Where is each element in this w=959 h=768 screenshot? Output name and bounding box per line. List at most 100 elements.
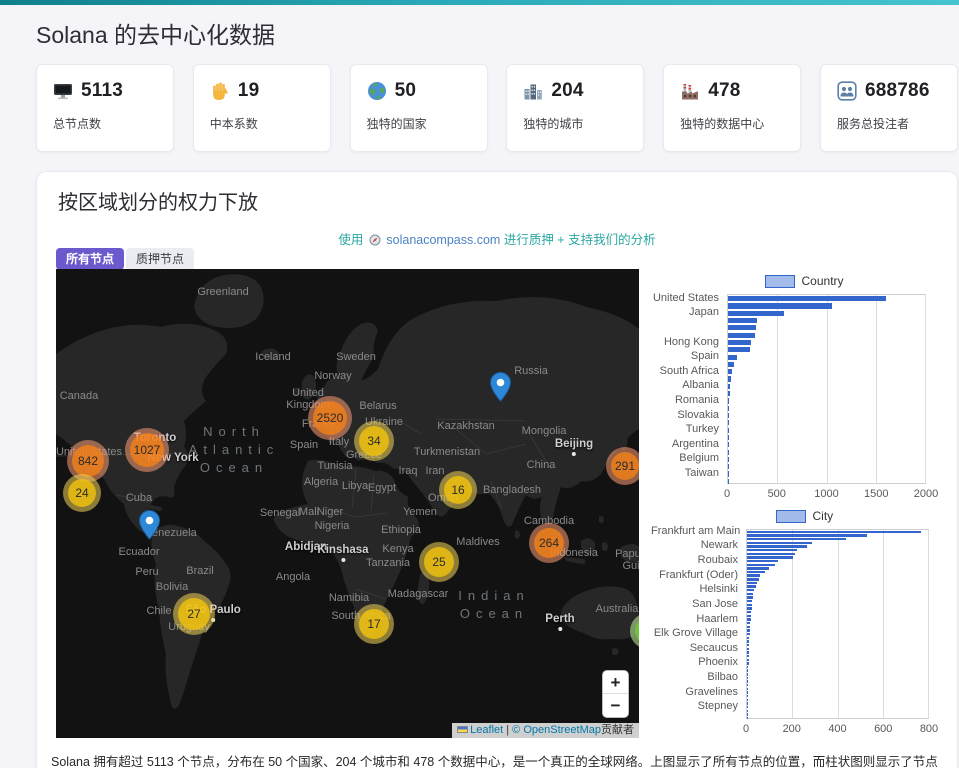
chart-axis-label: Slovakia <box>651 408 719 422</box>
chart-axis-label: Bilbao <box>651 670 738 684</box>
zoom-in-button[interactable]: + <box>603 671 628 694</box>
cluster-marker[interactable]: 264 <box>529 523 569 563</box>
chart-legend: Country <box>765 274 844 288</box>
map-pin-marker[interactable] <box>139 510 160 540</box>
cluster-count: 24 <box>75 486 88 500</box>
chart-bar <box>728 369 732 374</box>
chart-bar <box>728 376 731 381</box>
chart-bar <box>747 534 867 536</box>
chart-plot-area <box>727 294 926 484</box>
cluster-marker[interactable]: 17 <box>354 604 394 644</box>
stat-label: 独特的数据中心 <box>680 115 784 132</box>
country-bar-chart: CountryUnited StatesJapanHong KongSpainS… <box>651 269 959 501</box>
chart-bar <box>728 318 757 323</box>
section-title: 按区域划分的权力下放 <box>58 186 258 215</box>
gridline <box>925 295 926 483</box>
osm-link[interactable]: © OpenStreetMap <box>512 724 601 736</box>
chart-bar <box>747 673 748 675</box>
chart-bar <box>747 538 846 540</box>
cluster-marker[interactable]: 24 <box>63 474 101 512</box>
chart-bar <box>747 644 749 646</box>
chart-bar <box>747 600 752 602</box>
chart-bar <box>728 398 729 403</box>
chart-plot-area <box>746 529 929 719</box>
chart-bar <box>747 684 748 686</box>
cluster-marker[interactable]: 16 <box>439 471 477 509</box>
chart-tick-label: 600 <box>863 723 903 735</box>
chart-bar <box>747 633 750 635</box>
chart-bar <box>747 695 748 697</box>
compass-icon <box>369 234 381 249</box>
chart-bar <box>728 406 729 411</box>
cluster-count: 842 <box>78 454 98 468</box>
chart-bar <box>747 662 749 664</box>
chart-axis-label: Taiwan <box>651 466 719 480</box>
chart-tick-label: 500 <box>757 488 797 500</box>
chart-bar <box>747 574 760 576</box>
cluster-count: 2520 <box>317 411 344 425</box>
cluster-marker[interactable]: 2520 <box>308 396 352 440</box>
cluster-marker[interactable]: 291 <box>606 447 639 485</box>
world-map[interactable]: GreenlandIcelandNorwaySwedenCanadaUnited… <box>56 269 639 738</box>
cluster-count: 17 <box>367 617 380 631</box>
cluster-count: 16 <box>451 483 464 497</box>
cluster-marker[interactable]: 27 <box>173 593 215 635</box>
chart-axis-label: Gravelines <box>651 685 738 699</box>
gridline <box>928 530 929 718</box>
stat-label: 独特的国家 <box>367 115 471 132</box>
chart-tick-label: 800 <box>909 723 949 735</box>
cluster-marker[interactable]: 1027 <box>125 428 169 472</box>
chart-bar <box>728 355 737 360</box>
stat-label: 服务总投注者 <box>837 115 941 132</box>
solana-decentralization-page: Solana 的去中心化数据 5113总节点数19中本系数50独特的国家204独… <box>0 0 959 768</box>
chart-axis-label: Spain <box>651 349 719 363</box>
map-tabs: 所有节点质押节点 <box>56 248 194 270</box>
chart-bar <box>728 333 755 338</box>
cluster-count: 264 <box>539 536 559 550</box>
chart-bar <box>747 553 795 555</box>
chart-bar <box>728 347 750 352</box>
chart-tick-label: 400 <box>818 723 858 735</box>
solanacompass-link[interactable]: solanacompass.com <box>386 233 500 247</box>
hand-icon <box>210 81 230 101</box>
zoom-out-button[interactable]: − <box>603 694 628 717</box>
people-icon <box>837 81 857 101</box>
chart-bar <box>747 648 749 650</box>
chart-bar <box>728 420 729 425</box>
accent-top-bar <box>0 0 959 5</box>
page-title: Solana 的去中心化数据 <box>36 16 275 50</box>
chart-bar <box>747 582 757 584</box>
tab-1[interactable]: 质押节点 <box>126 248 194 270</box>
stat-value: 19 <box>238 80 260 102</box>
cluster-count: 34 <box>367 434 380 448</box>
chart-bar <box>747 640 749 642</box>
tab-0[interactable]: 所有节点 <box>56 248 124 270</box>
gridline <box>883 530 884 718</box>
cluster-count: 25 <box>432 555 445 569</box>
cluster-count: 27 <box>187 607 200 621</box>
chart-axis-label: Haarlem <box>651 612 738 626</box>
stat-label: 总节点数 <box>53 115 157 132</box>
summary-footnote: Solana 拥有超过 5113 个节点，分布在 50 个国家、204 个城市和… <box>51 754 947 768</box>
map-attribution: Leaflet | © OpenStreetMap贡献者 <box>452 723 639 738</box>
chart-bar <box>728 303 832 308</box>
chart-axis-label: Frankfurt am Main <box>651 524 738 538</box>
leaflet-link[interactable]: Leaflet <box>470 724 503 736</box>
chart-bar <box>747 564 775 566</box>
chart-bar <box>747 655 749 657</box>
chart-bar <box>747 604 752 606</box>
chart-bar <box>747 549 797 551</box>
chart-bar <box>728 311 784 316</box>
promo-line: 使用 solanacompass.com 进行质押 + 支持我们的分析 <box>37 229 957 249</box>
chart-bar <box>728 450 729 455</box>
chart-bar <box>747 593 753 595</box>
decentralization-panel: 按区域划分的权力下放 使用 solanacompass.com 进行质押 + 支… <box>36 171 958 768</box>
chart-tick-label: 1500 <box>856 488 896 500</box>
chart-tick-label: 200 <box>772 723 812 735</box>
stat-card: 50 独特的国家 <box>350 64 488 152</box>
cluster-count: 1027 <box>134 443 161 457</box>
cluster-marker[interactable]: 25 <box>419 542 459 582</box>
stat-value: 50 <box>395 80 417 102</box>
cluster-marker[interactable]: 34 <box>354 421 394 461</box>
map-pin-marker[interactable] <box>490 372 511 402</box>
